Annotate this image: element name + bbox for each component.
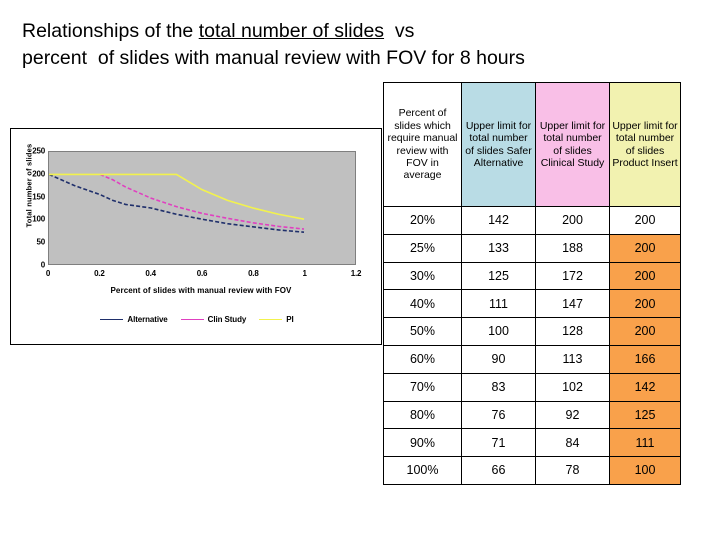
chart-y-tick-label: 250	[32, 146, 45, 156]
table-body: 20% 142 200 200 25% 133 188 200 30% 125 172 200 40% 1…	[383, 206, 681, 485]
cell-product-insert: 200	[609, 233, 681, 263]
chart-x-tick-label: 0	[45, 269, 51, 278]
table-row: 50% 100 128 200	[383, 317, 681, 346]
legend-line-swatch	[259, 319, 283, 320]
column-header-product-insert: Upper limit for total number of slides P…	[609, 82, 681, 207]
page-title-line-2: percent of slides with manual review wit…	[22, 47, 525, 69]
chart-y-tick-label: 50	[36, 237, 46, 247]
cell-percent: 100%	[383, 456, 462, 485]
chart-y-tick-label: 150	[32, 192, 45, 202]
cell-percent: 90%	[383, 428, 462, 458]
table-row: 20% 142 200 200	[383, 206, 681, 235]
table-row: 80% 76 92 125	[383, 400, 681, 430]
table-row: 100% 66 78 100	[383, 456, 681, 485]
legend-label: PI	[286, 315, 294, 324]
cell-safer-alternative: 125	[461, 261, 536, 291]
cell-percent: 20%	[383, 206, 462, 235]
cell-clinical-study: 172	[535, 261, 610, 291]
chart-plot-area	[48, 151, 356, 265]
cell-clinical-study: 188	[535, 233, 610, 263]
cell-product-insert: 166	[609, 344, 681, 374]
cell-percent: 30%	[383, 261, 462, 291]
column-header-clinical-study: Upper limit for total number of slides C…	[535, 82, 610, 207]
table-row: 25% 133 188 200	[383, 233, 681, 263]
results-table: Percent of slides which require manual r…	[383, 82, 681, 485]
chart-x-axis-title: Percent of slides with manual review wit…	[110, 286, 292, 295]
cell-safer-alternative: 66	[461, 456, 536, 485]
cell-product-insert: 142	[609, 372, 681, 402]
cell-percent: 50%	[383, 317, 462, 346]
cell-product-insert: 125	[609, 400, 681, 430]
cell-safer-alternative: 76	[461, 400, 536, 430]
cell-clinical-study: 102	[535, 372, 610, 402]
cell-clinical-study: 84	[535, 428, 610, 458]
column-header-safer-alternative: Upper limit for total number of slides S…	[461, 82, 536, 207]
cell-clinical-study: 113	[535, 344, 610, 374]
chart-series-pi	[49, 174, 304, 219]
chart-x-tick-label: 0.6	[196, 269, 208, 278]
chart-series-clin-study	[100, 174, 304, 229]
table-row: 60% 90 113 166	[383, 344, 681, 374]
chart-x-tick-label: 0.4	[145, 269, 156, 278]
cell-product-insert: 200	[609, 261, 681, 291]
cell-safer-alternative: 133	[461, 233, 536, 263]
cell-safer-alternative: 71	[461, 428, 536, 458]
cell-percent: 70%	[383, 372, 462, 402]
page-title-underlined-phrase: total number of slides	[198, 20, 385, 42]
cell-safer-alternative: 142	[461, 206, 536, 235]
cell-clinical-study: 147	[535, 289, 610, 319]
chart-legend: Alternative Clin Study PI	[11, 315, 383, 324]
cell-percent: 80%	[383, 400, 462, 430]
table-header-row: Percent of slides which require manual r…	[383, 82, 681, 207]
chart-series-svg	[49, 152, 355, 264]
line-chart: Total number of slides 0 50 100 150 200 250 0…	[10, 128, 382, 345]
chart-y-tick-label: 100	[32, 214, 45, 224]
legend-item: Clin Study	[180, 315, 247, 324]
legend-line-swatch	[180, 319, 204, 320]
chart-x-tick-label: 1.2	[350, 269, 362, 278]
cell-safer-alternative: 100	[461, 317, 536, 346]
cell-product-insert: 200	[609, 206, 681, 235]
legend-item: Alternative	[100, 315, 168, 324]
table-row: 30% 125 172 200	[383, 261, 681, 291]
chart-x-axis-ticks: 0 0.2 0.4 0.6 0.8 1 1.2	[45, 269, 362, 283]
chart-x-tick-label: 0.2	[94, 269, 105, 278]
page-title-part-1: Relationships of the	[22, 20, 199, 42]
page-title-part-2: vs	[384, 20, 415, 42]
cell-clinical-study: 92	[535, 400, 610, 430]
cell-percent: 40%	[383, 289, 462, 319]
cell-percent: 25%	[383, 233, 462, 263]
cell-safer-alternative: 111	[461, 289, 536, 319]
chart-x-tick-label: 1	[302, 269, 307, 278]
cell-product-insert: 100	[609, 456, 681, 485]
table-row: 70% 83 102 142	[383, 372, 681, 402]
table-row: 40% 111 147 200	[383, 289, 681, 319]
chart-y-axis-ticks: 0 50 100 150 200 250	[11, 147, 46, 270]
cell-clinical-study: 78	[535, 456, 610, 485]
legend-item: PI	[259, 315, 294, 324]
cell-product-insert: 200	[609, 317, 681, 346]
legend-label: Clin Study	[207, 315, 247, 324]
column-header-percent: Percent of slides which require manual r…	[383, 82, 462, 207]
chart-y-tick-label: 0	[40, 260, 45, 270]
cell-clinical-study: 128	[535, 317, 610, 346]
table-row: 90% 71 84 111	[383, 428, 681, 458]
cell-product-insert: 111	[609, 428, 681, 458]
cell-percent: 60%	[383, 344, 462, 374]
cell-safer-alternative: 83	[461, 372, 536, 402]
chart-y-tick-label: 200	[32, 169, 45, 179]
page-title: Relationships of the total number of sli…	[22, 18, 692, 72]
chart-x-tick-label: 0.8	[248, 269, 259, 278]
legend-line-swatch	[100, 319, 124, 320]
legend-label: Alternative	[127, 315, 168, 324]
cell-clinical-study: 200	[535, 206, 610, 235]
chart-series-alternative	[49, 174, 304, 232]
cell-safer-alternative: 90	[461, 344, 536, 374]
cell-product-insert: 200	[609, 289, 681, 319]
